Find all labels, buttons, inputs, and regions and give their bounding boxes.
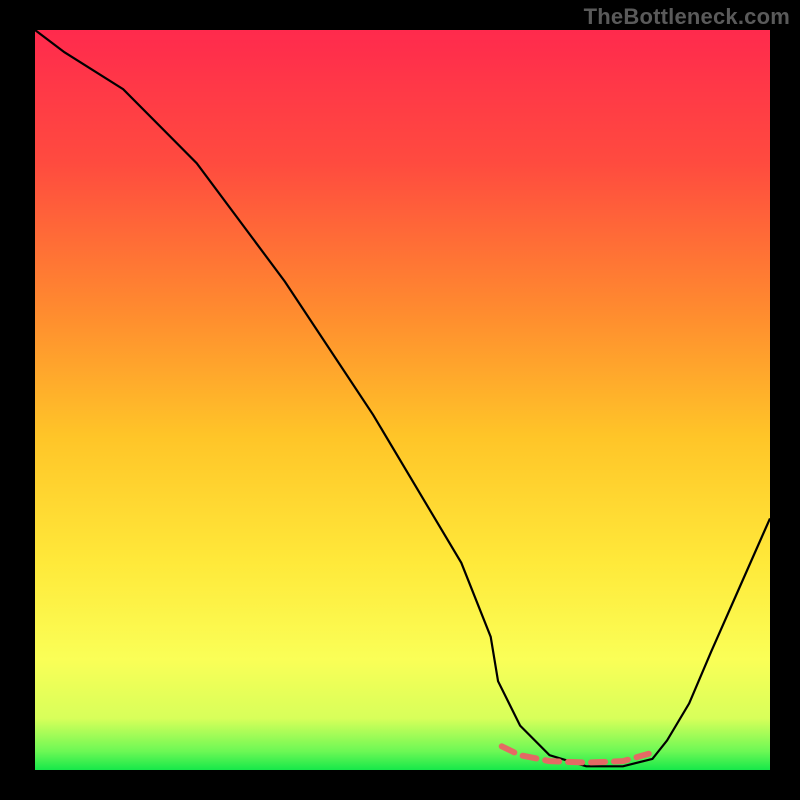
bottleneck-chart bbox=[0, 0, 800, 800]
chart-frame: { "watermark": "TheBottleneck.com", "plo… bbox=[0, 0, 800, 800]
gradient-background bbox=[35, 30, 770, 770]
